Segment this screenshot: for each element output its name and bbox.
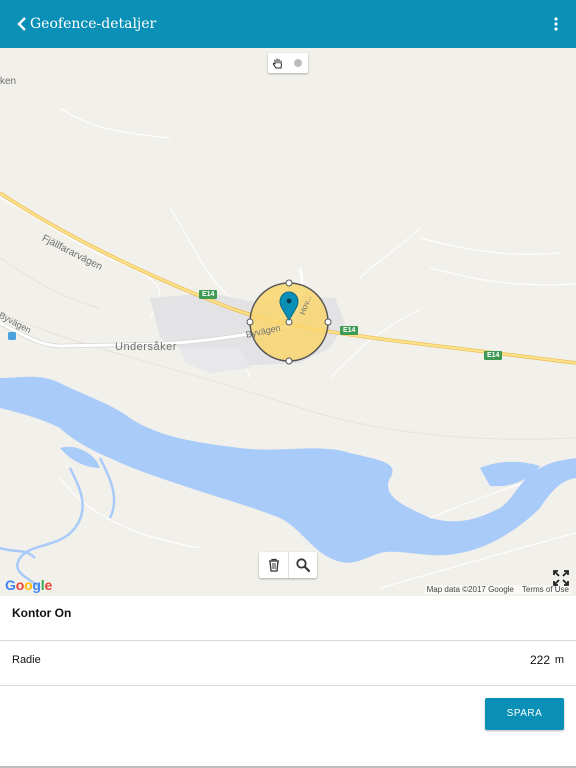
map-canvas[interactable] xyxy=(0,48,576,596)
search-button[interactable] xyxy=(288,552,317,578)
radius-value[interactable]: 222 xyxy=(530,653,550,667)
google-logo: Google xyxy=(5,577,53,593)
road-shield: E14 xyxy=(484,351,503,360)
radius-label: Radie xyxy=(12,654,41,666)
map-mode-toggle xyxy=(268,53,308,73)
hand-pan-icon xyxy=(272,58,282,69)
chevron-left-icon xyxy=(17,17,26,31)
app-bar: Geofence-detaljer xyxy=(0,0,576,48)
map-view[interactable]: ken Fjällfararvägen Byvägen Byvägen Unde… xyxy=(0,48,576,596)
more-options-button[interactable] xyxy=(544,12,568,36)
road-shield: E14 xyxy=(340,326,359,335)
geofence-name-field[interactable]: Kontor On xyxy=(0,596,576,641)
radius-field[interactable]: Radie 222 m xyxy=(0,641,576,686)
road-shield: E14 xyxy=(199,290,218,299)
pan-mode-button[interactable] xyxy=(268,53,288,73)
save-button[interactable]: SPARA xyxy=(485,698,564,730)
map-tools xyxy=(259,552,317,578)
delete-button[interactable] xyxy=(259,552,288,578)
radius-unit: m xyxy=(554,654,564,666)
fullscreen-icon xyxy=(553,570,569,586)
fullscreen-button[interactable] xyxy=(552,569,570,587)
search-icon xyxy=(296,558,310,572)
draw-mode-button[interactable] xyxy=(288,53,308,73)
geofence-name: Kontor On xyxy=(12,606,72,620)
page-title: Geofence-detaljer xyxy=(30,16,157,32)
trash-icon xyxy=(268,558,279,572)
more-vert-icon xyxy=(554,17,558,31)
map-label: ken xyxy=(0,76,17,87)
map-attribution: Map data ©2017 Google Terms of Use xyxy=(424,585,571,594)
dot-draw-icon xyxy=(294,59,302,67)
map-label-village: Undersåker xyxy=(115,341,177,353)
map-data-text: Map data ©2017 Google xyxy=(426,585,514,594)
